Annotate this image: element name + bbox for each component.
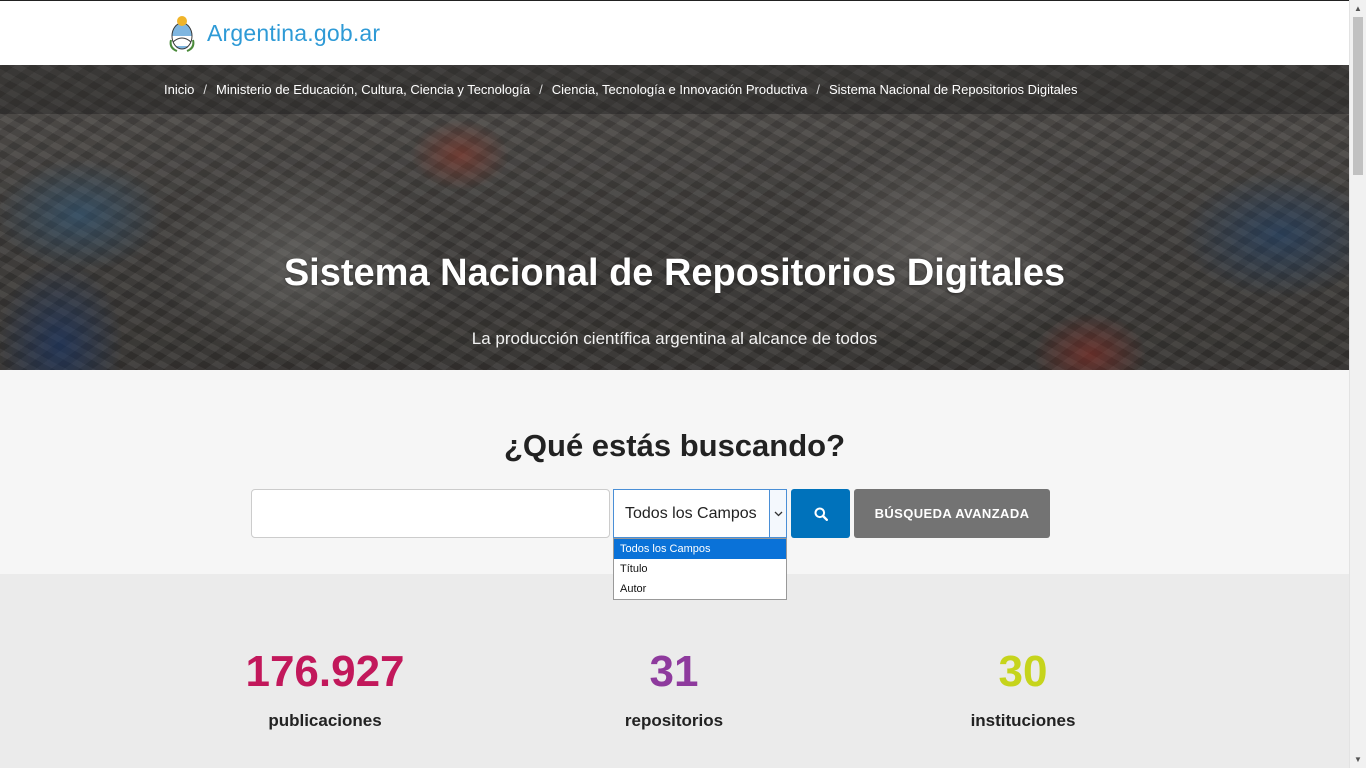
stat-institutions-label: instituciones (970, 711, 1076, 730)
site-logo-link[interactable]: Argentina.gob.ar (169, 14, 380, 52)
stat-repositories: 31 repositorios (524, 647, 824, 731)
page-title: Sistema Nacional de Repositorios Digital… (283, 252, 1066, 294)
breadcrumb-separator: / (203, 82, 207, 97)
search-field-select[interactable]: Todos los Campos (613, 489, 787, 538)
search-input[interactable] (251, 489, 610, 538)
advanced-search-button[interactable]: BÚSQUEDA AVANZADA (854, 489, 1050, 538)
site-logo-text: Argentina.gob.ar (207, 19, 381, 46)
search-field-select-value: Todos los Campos (625, 504, 757, 522)
stat-institutions-value: 30 (998, 647, 1048, 696)
stat-institutions: 30 instituciones (873, 647, 1173, 731)
coat-of-arms-icon (169, 16, 195, 52)
chevron-down-icon[interactable] (769, 490, 786, 537)
scrollbar-thumb[interactable] (1353, 17, 1363, 175)
breadcrumb-separator: / (816, 82, 820, 97)
stat-publications-value: 176.927 (245, 647, 405, 696)
scroll-up-icon[interactable]: ▲ (1350, 0, 1366, 17)
scroll-down-icon[interactable]: ▼ (1350, 751, 1366, 768)
stat-repositories-label: repositorios (624, 711, 724, 730)
page-subtitle: La producción científica argentina al al… (471, 329, 878, 348)
site-header: Argentina.gob.ar (0, 0, 1349, 65)
stat-publications-label: publicaciones (268, 711, 382, 730)
page: Argentina.gob.ar Inicio / Ministerio de … (0, 0, 1349, 768)
search-field-dropdown: Todos los Campos Título Autor (613, 538, 787, 600)
breadcrumb-inicio[interactable]: Inicio (164, 82, 194, 97)
breadcrumb-current: Sistema Nacional de Repositorios Digital… (828, 82, 1078, 97)
hero-banner: Inicio / Ministerio de Educación, Cultur… (0, 65, 1349, 370)
dropdown-option-titulo[interactable]: Título (614, 559, 786, 579)
breadcrumb-ciencia[interactable]: Ciencia, Tecnología e Innovación Product… (552, 82, 808, 97)
dropdown-option-autor[interactable]: Autor (614, 579, 786, 599)
stat-publications: 176.927 publicaciones (175, 647, 475, 731)
breadcrumb-ministerio[interactable]: Ministerio de Educación, Cultura, Cienci… (216, 82, 530, 97)
vertical-scrollbar[interactable]: ▲ ▼ (1349, 0, 1366, 768)
search-icon (814, 507, 828, 521)
search-button[interactable] (791, 489, 850, 538)
search-heading: ¿Qué estás buscando? (503, 428, 846, 463)
dropdown-option-todos[interactable]: Todos los Campos (614, 539, 786, 559)
breadcrumb-separator: / (539, 82, 543, 97)
breadcrumb: Inicio / Ministerio de Educación, Cultur… (0, 65, 1349, 114)
stat-repositories-value: 31 (649, 647, 699, 696)
stats-section: 176.927 publicaciones 31 repositorios 30… (0, 574, 1349, 768)
